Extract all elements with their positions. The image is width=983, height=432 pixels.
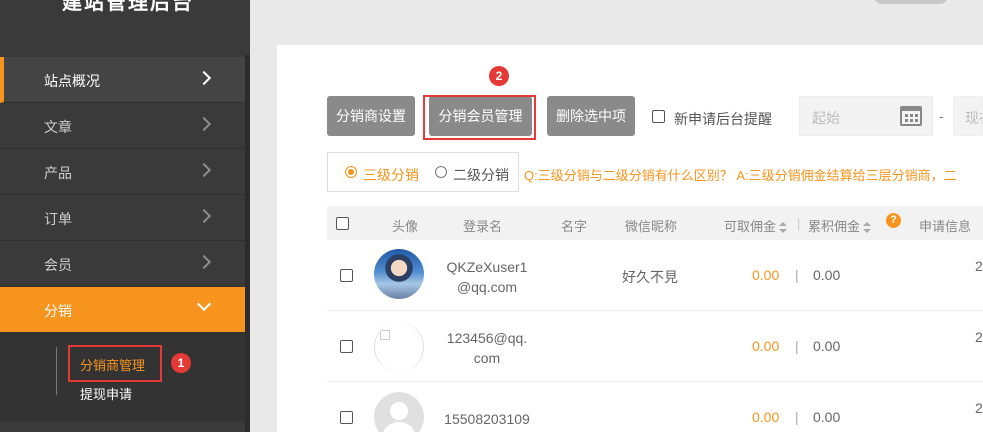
- row-accumulated: 0.00: [813, 409, 841, 425]
- radio-two-level[interactable]: [435, 166, 447, 178]
- sidebar-item-products[interactable]: 产品: [0, 149, 245, 195]
- row-withdrawable: 0.00: [752, 338, 780, 354]
- row-wechat: 好久不見: [622, 269, 678, 285]
- date-range-dash: -: [939, 108, 944, 124]
- notify-checkbox[interactable]: [652, 110, 665, 123]
- sidebar: 建站管理后台 站点概况 文章 产品 订单 会员 分销 分销商管理 提现申请 1: [0, 0, 250, 432]
- date-end-input[interactable]: 现在: [953, 96, 983, 136]
- sidebar-item-orders[interactable]: 订单: [0, 195, 245, 241]
- sidebar-item-distribution[interactable]: 分销: [0, 287, 245, 333]
- sidebar-item-label: 订单: [44, 211, 72, 227]
- row-accumulated: 0.00: [813, 267, 841, 283]
- row-login: 15508203109: [444, 411, 530, 427]
- th-withdrawable-label: 可取佣金: [724, 219, 777, 234]
- sidebar-scrollbar[interactable]: [245, 55, 250, 432]
- distributor-settings-button[interactable]: 分销商设置: [327, 96, 415, 136]
- sidebar-item-label: 会员: [44, 257, 72, 273]
- radio-three-level-label[interactable]: 三级分销: [363, 165, 419, 185]
- sidebar-item-articles[interactable]: 文章: [0, 103, 245, 149]
- delete-selected-button[interactable]: 删除选中项: [547, 96, 635, 136]
- th-withdrawable[interactable]: 可取佣金: [724, 216, 788, 235]
- th-accumulated[interactable]: 累积佣金: [808, 216, 872, 235]
- notify-label: 新申请后台提醒: [674, 111, 772, 127]
- th-avatar: 头像: [392, 219, 419, 234]
- avatar: [374, 392, 424, 432]
- date-start-input[interactable]: 起始: [799, 96, 933, 136]
- highlight-box: [423, 95, 536, 140]
- step-badge-2: 2: [489, 66, 509, 86]
- sidebar-item-label: 分销: [44, 303, 72, 319]
- row-apply-info: 2: [975, 400, 983, 416]
- sidebar-item-label: 站点概况: [44, 73, 100, 89]
- row-apply-info: 2: [975, 329, 983, 345]
- help-icon[interactable]: ?: [886, 213, 901, 228]
- table-row[interactable]: QKZeXuser1 @qq.com 好久不見 0.00 | 0.00 2: [327, 240, 983, 311]
- chevron-right-icon: [196, 116, 212, 132]
- date-start-placeholder: 起始: [812, 110, 840, 126]
- row-apply-info: 2: [975, 258, 983, 274]
- chevron-right-icon: [196, 162, 212, 178]
- radio-two-level-label[interactable]: 二级分销: [453, 165, 509, 185]
- row-withdrawable: 0.00: [752, 267, 780, 283]
- sidebar-item-members[interactable]: 会员: [0, 241, 245, 287]
- row-accumulated: 0.00: [813, 338, 841, 354]
- select-all-checkbox[interactable]: [336, 217, 349, 230]
- th-apply-info: 申请信息: [919, 219, 972, 234]
- avatar-head: [390, 402, 408, 420]
- sort-icon[interactable]: [779, 221, 788, 234]
- sidebar-item-label: 产品: [44, 165, 72, 181]
- header-button[interactable]: [874, 0, 948, 4]
- chevron-right-icon: [196, 208, 212, 224]
- chevron-right-icon: [196, 254, 212, 270]
- highlight-box: [68, 345, 162, 382]
- avatar-body: [383, 422, 415, 432]
- broken-image-icon: [380, 330, 390, 340]
- sidebar-item-overview[interactable]: 站点概况: [0, 57, 245, 103]
- submenu-tree-line: [56, 347, 57, 395]
- row-withdrawable: 0.00: [752, 409, 780, 425]
- th-wechat: 微信昵称: [625, 219, 678, 234]
- step-badge-1: 1: [171, 353, 191, 373]
- row-checkbox[interactable]: [340, 269, 353, 282]
- sort-icon[interactable]: [863, 221, 872, 234]
- calendar-icon[interactable]: [900, 106, 922, 126]
- app-title: 建站管理后台: [62, 0, 194, 14]
- avatar: [374, 322, 424, 372]
- table-row[interactable]: 15508203109 0.00 | 0.00 2: [327, 382, 983, 432]
- sidebar-item-label: 文章: [44, 119, 72, 135]
- table-row[interactable]: 123456@qq. com 0.00 | 0.00 2: [327, 311, 983, 382]
- avatar: [374, 249, 424, 299]
- date-end-placeholder: 现在: [965, 110, 982, 126]
- th-divider: |: [797, 216, 801, 231]
- radio-three-level[interactable]: [345, 166, 357, 178]
- submenu-item-withdrawal-requests[interactable]: 提现申请: [80, 384, 132, 403]
- row-divider: |: [795, 409, 799, 425]
- table-header: 头像 登录名 名字 微信昵称 可取佣金 | 累积佣金 申请信息: [327, 206, 983, 240]
- distribution-level-group: 三级分销 二级分销: [327, 152, 519, 192]
- level-faq-text: Q:三级分销与二级分销有什么区别？ A:三级分销佣金结算给三层分销商，二: [524, 168, 957, 183]
- row-checkbox[interactable]: [340, 411, 353, 424]
- row-login: 123456@qq. com: [446, 330, 528, 366]
- chevron-down-icon: [196, 296, 212, 312]
- row-divider: |: [795, 338, 799, 354]
- row-login: QKZeXuser1 @qq.com: [446, 259, 528, 295]
- chevron-right-icon: [196, 70, 212, 86]
- row-divider: |: [795, 267, 799, 283]
- th-accumulated-label: 累积佣金: [808, 219, 861, 234]
- row-checkbox[interactable]: [340, 340, 353, 353]
- th-login: 登录名: [463, 219, 503, 234]
- th-name: 名字: [561, 219, 588, 234]
